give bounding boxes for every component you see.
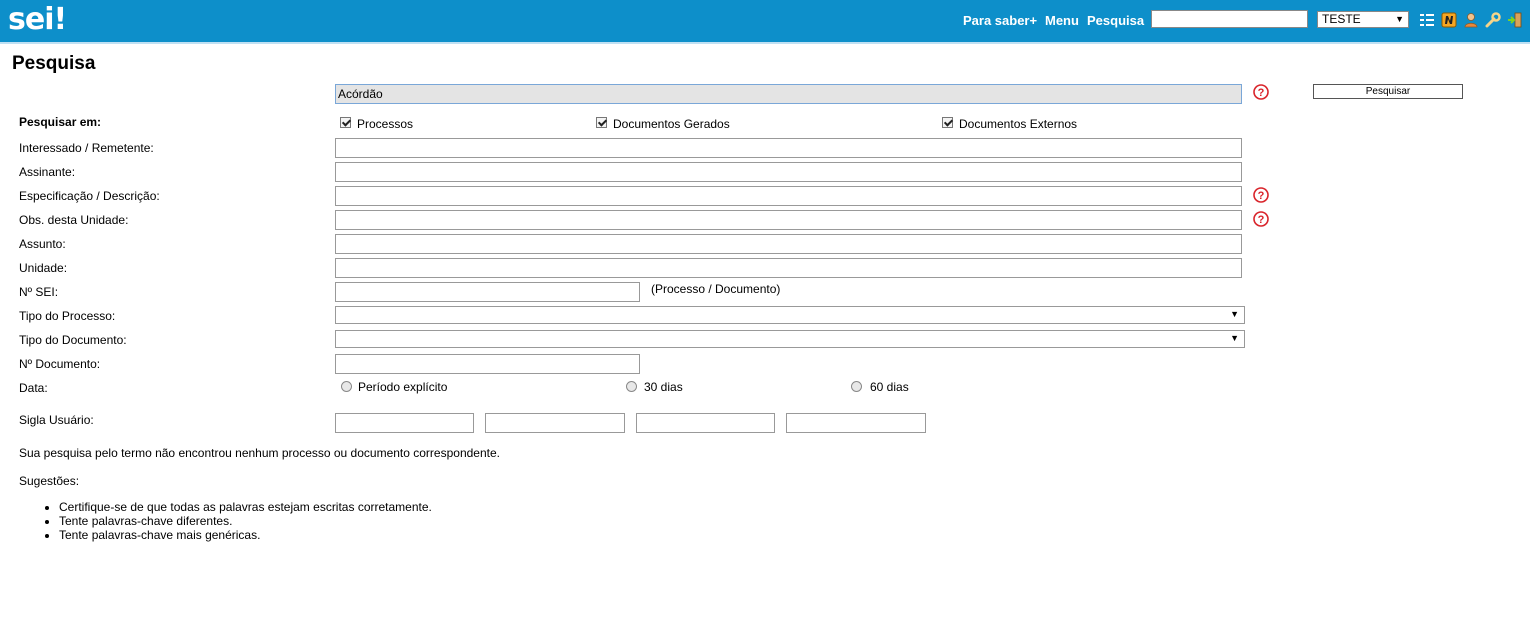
top-search-input[interactable] bbox=[1151, 10, 1308, 28]
svg-text:?: ? bbox=[1258, 190, 1265, 202]
assunto-input[interactable] bbox=[335, 234, 1242, 254]
radio-30-dias[interactable] bbox=[626, 381, 637, 392]
radio-periodo-explicito-label: Período explícito bbox=[358, 380, 448, 394]
nav-menu[interactable]: Menu bbox=[1045, 13, 1079, 28]
sigla-input-4[interactable] bbox=[786, 413, 926, 433]
ndocumento-input[interactable] bbox=[335, 354, 640, 374]
list-icon[interactable] bbox=[1419, 12, 1435, 28]
radio-periodo-explicito[interactable] bbox=[341, 381, 352, 392]
checkbox-documentos-gerados[interactable] bbox=[596, 117, 607, 128]
list-item: Tente palavras-chave mais genéricas. bbox=[59, 528, 432, 542]
sigla-input-2[interactable] bbox=[485, 413, 625, 433]
suggestions-list: Certifique-se de que todas as palavras e… bbox=[19, 500, 432, 542]
page-title: Pesquisa bbox=[12, 53, 96, 74]
checkbox-processos[interactable] bbox=[340, 117, 351, 128]
especificacao-label: Especificação / Descrição: bbox=[19, 189, 160, 203]
chevron-down-icon: ▼ bbox=[1230, 333, 1239, 343]
user-icon[interactable] bbox=[1463, 12, 1479, 28]
unit-select[interactable]: TESTE ▼ bbox=[1317, 11, 1409, 28]
unidade-input[interactable] bbox=[335, 258, 1242, 278]
obs-label: Obs. desta Unidade: bbox=[19, 213, 129, 227]
nav-pesquisa[interactable]: Pesquisa bbox=[1087, 13, 1144, 28]
assinante-label: Assinante: bbox=[19, 165, 76, 179]
suggestions-label: Sugestões: bbox=[19, 474, 80, 488]
checkbox-documentos-gerados-label: Documentos Gerados bbox=[613, 117, 730, 131]
nsei-input[interactable] bbox=[335, 282, 640, 302]
help-icon-query[interactable]: ? bbox=[1253, 84, 1269, 100]
nav-para-saber[interactable]: Para saber+ bbox=[963, 13, 1037, 28]
sei-logo[interactable]: sei! bbox=[8, 4, 67, 36]
tipo-processo-label: Tipo do Processo: bbox=[19, 309, 116, 323]
list-item: Tente palavras-chave diferentes. bbox=[59, 514, 432, 528]
checkbox-documentos-externos-label: Documentos Externos bbox=[959, 117, 1078, 131]
notepad-icon[interactable] bbox=[1441, 12, 1457, 28]
radio-60-dias-label: 60 dias bbox=[870, 380, 909, 394]
obs-input[interactable] bbox=[335, 210, 1242, 230]
interessado-input[interactable] bbox=[335, 138, 1242, 158]
query-input[interactable]: Acórdão bbox=[335, 84, 1242, 104]
data-label: Data: bbox=[19, 381, 48, 395]
help-icon-especificacao[interactable]: ? bbox=[1253, 187, 1269, 203]
radio-30-dias-label: 30 dias bbox=[644, 380, 683, 394]
tipo-documento-select[interactable]: ▼ bbox=[335, 330, 1245, 348]
chevron-down-icon: ▼ bbox=[1230, 309, 1239, 319]
especificacao-input[interactable] bbox=[335, 186, 1242, 206]
unidade-label: Unidade: bbox=[19, 261, 68, 275]
checkbox-documentos-externos[interactable] bbox=[942, 117, 953, 128]
assunto-label: Assunto: bbox=[19, 237, 66, 251]
exit-icon[interactable] bbox=[1507, 12, 1523, 28]
interessado-label: Interessado / Remetente: bbox=[19, 141, 154, 155]
sigla-label: Sigla Usuário: bbox=[19, 413, 94, 427]
tipo-processo-select[interactable]: ▼ bbox=[335, 306, 1245, 324]
checkbox-processos-label: Processos bbox=[357, 117, 414, 131]
top-bar: sei! Para saber+ Menu Pesquisa TESTE ▼ bbox=[0, 0, 1530, 44]
ndocumento-label: Nº Documento: bbox=[19, 357, 101, 371]
search-in-label: Pesquisar em: bbox=[19, 115, 102, 129]
search-button[interactable]: Pesquisar bbox=[1313, 84, 1463, 99]
help-icon-obs[interactable]: ? bbox=[1253, 211, 1269, 227]
radio-60-dias[interactable] bbox=[851, 381, 862, 392]
no-results-message: Sua pesquisa pelo termo não encontrou ne… bbox=[19, 446, 500, 460]
tipo-documento-label: Tipo do Documento: bbox=[19, 333, 127, 347]
assinante-input[interactable] bbox=[335, 162, 1242, 182]
sigla-input-1[interactable] bbox=[335, 413, 474, 433]
list-item: Certifique-se de que todas as palavras e… bbox=[59, 500, 432, 514]
wrench-icon[interactable] bbox=[1485, 12, 1501, 28]
nsei-hint: (Processo / Documento) bbox=[651, 282, 781, 296]
sigla-input-3[interactable] bbox=[636, 413, 775, 433]
nsei-label: Nº SEI: bbox=[19, 285, 59, 299]
svg-text:?: ? bbox=[1258, 87, 1265, 99]
svg-text:?: ? bbox=[1258, 214, 1265, 226]
